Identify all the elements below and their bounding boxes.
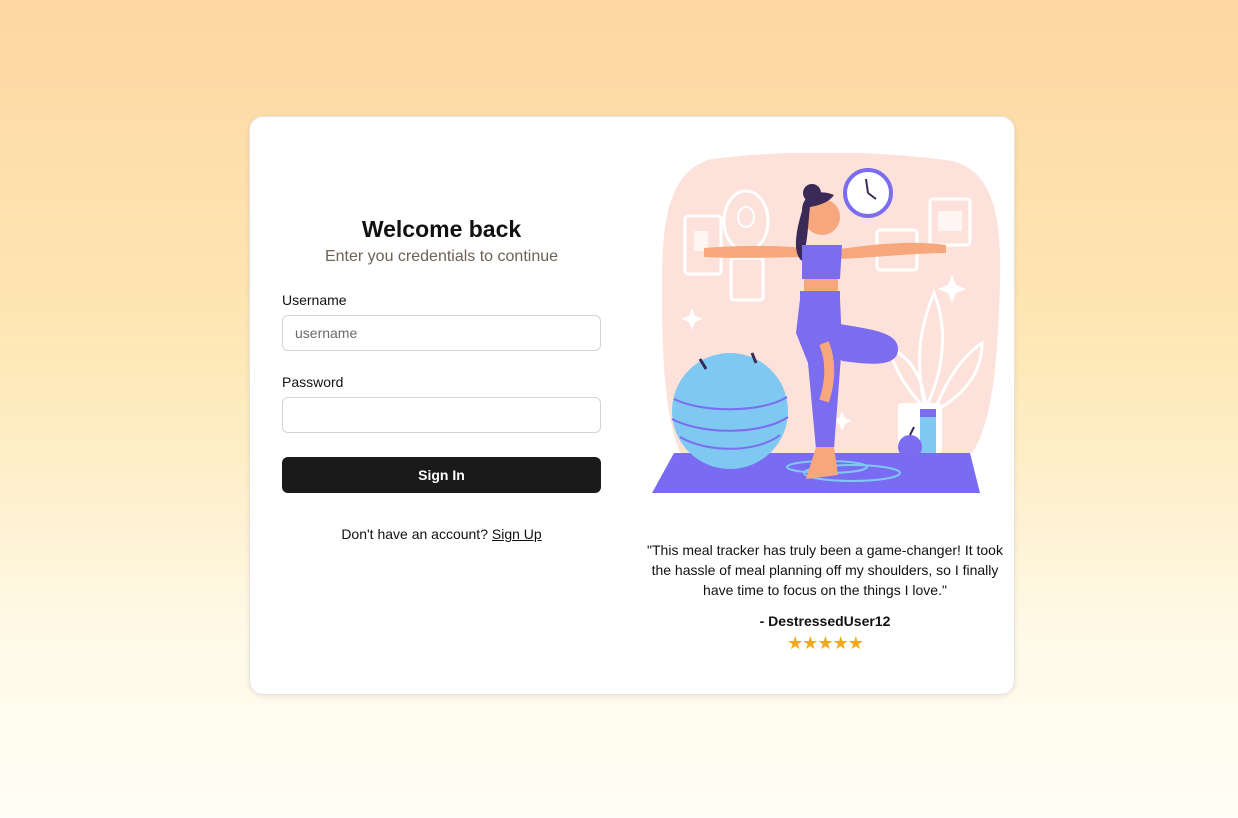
star-icon: ★ xyxy=(787,633,803,653)
sign-in-button[interactable]: Sign In xyxy=(282,457,601,493)
username-label: Username xyxy=(282,292,347,308)
page-title: Welcome back xyxy=(361,216,522,242)
password-input[interactable] xyxy=(282,397,601,433)
star-icon: ★ xyxy=(847,633,864,653)
testimonial-quote: "This meal tracker has truly been a game… xyxy=(647,542,1003,598)
star-icon: ★ xyxy=(802,633,818,653)
signup-prompt: Don't have an account? xyxy=(341,526,488,542)
yoga-woman-illustration xyxy=(652,153,1001,493)
star-icon: ★ xyxy=(832,633,849,653)
sign-up-link[interactable]: Sign Up xyxy=(492,526,542,542)
login-card: Welcome back Enter you credentials to co… xyxy=(249,116,1015,695)
star-icon: ★ xyxy=(817,633,833,653)
signup-row: Don't have an account? Sign Up xyxy=(282,526,601,542)
username-input[interactable] xyxy=(282,315,601,351)
testimonial-author: - DestressedUser12 xyxy=(759,613,891,629)
page-subtitle: Enter you credentials to continue xyxy=(324,248,559,265)
password-label: Password xyxy=(282,374,344,390)
rating-stars: ★★★★★ xyxy=(642,633,1008,654)
